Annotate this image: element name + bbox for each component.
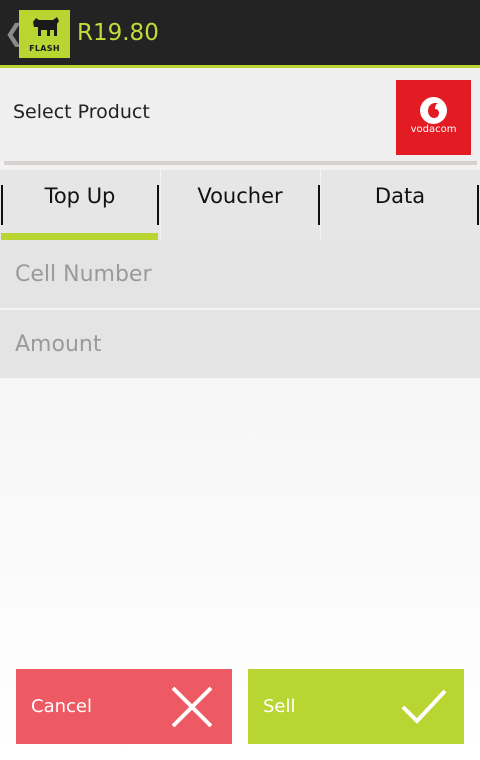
close-icon <box>171 686 213 728</box>
section-divider <box>4 161 477 165</box>
vodacom-text: vodacom <box>410 124 457 135</box>
tab-label: Data <box>374 184 426 208</box>
tab-voucher[interactable]: Voucher <box>160 170 320 240</box>
back-chevron-icon[interactable]: ❮ <box>4 18 24 48</box>
sell-label: Sell <box>263 696 296 717</box>
cell-number-field <box>0 240 480 308</box>
flash-logo: FLASH <box>19 10 70 58</box>
product-tabs: Top Up Voucher Data <box>0 170 480 240</box>
tab-separator <box>160 170 161 240</box>
checkmark-icon <box>401 689 447 724</box>
product-selector[interactable]: Select Product vodacom <box>0 71 480 161</box>
amount-input[interactable] <box>15 310 480 378</box>
tab-label: Top Up <box>44 184 116 208</box>
tab-separator <box>477 185 479 225</box>
tab-top-up[interactable]: Top Up <box>0 170 160 240</box>
cow-icon <box>33 17 59 36</box>
tab-separator <box>1 185 3 225</box>
tab-data[interactable]: Data <box>320 170 480 240</box>
amount-field <box>0 310 480 378</box>
select-product-label: Select Product <box>13 101 150 123</box>
sell-button[interactable]: Sell <box>248 669 464 744</box>
vodacom-speechmark-icon <box>420 97 447 124</box>
cancel-button[interactable]: Cancel <box>16 669 232 744</box>
tab-separator <box>157 185 159 225</box>
active-tab-indicator <box>1 233 158 240</box>
balance-amount: R19.80 <box>77 20 159 46</box>
vodacom-logo[interactable]: vodacom <box>396 80 471 155</box>
tab-separator <box>320 170 321 240</box>
tab-label: Voucher <box>197 184 283 208</box>
app-header: ❮ FLASH R19.80 <box>0 0 480 68</box>
cancel-label: Cancel <box>31 696 92 717</box>
logo-text: FLASH <box>29 44 60 53</box>
cell-number-input[interactable] <box>15 240 480 308</box>
